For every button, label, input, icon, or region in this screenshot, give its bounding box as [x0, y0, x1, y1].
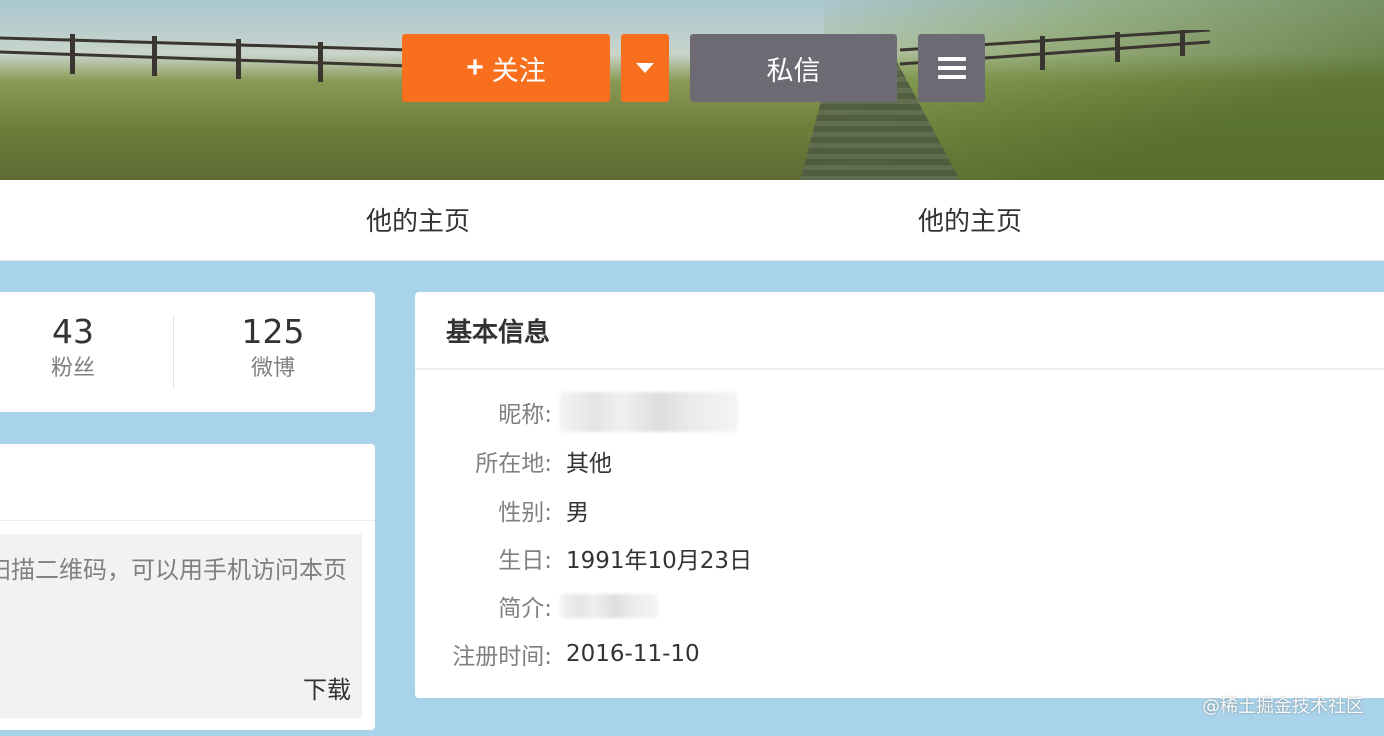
follow-label: 关注 [491, 55, 546, 86]
caret-down-icon [636, 63, 654, 73]
follow-button[interactable]: + 关注 [402, 34, 610, 102]
blurred-value [560, 594, 658, 618]
info-row-registered: 注册时间: 2016-11-10 [415, 634, 700, 674]
info-label: 简介: [498, 596, 552, 622]
qr-card: 扫描二维码，可以用手机访问本页 下载 [0, 444, 375, 730]
info-value: 其他 [566, 451, 612, 477]
divider [415, 368, 1384, 370]
qr-description: 扫描二维码，可以用手机访问本页 [0, 556, 347, 584]
info-row-gender: 性别: 男 [415, 490, 589, 530]
tab-home[interactable]: 他的主页 [298, 180, 538, 258]
card-title: 基本信息 [446, 318, 551, 348]
stat-label: 微博 [250, 356, 295, 381]
plus-icon: + [466, 51, 484, 84]
basic-info-card: 基本信息 昵称: 所在地: 其他 性别: 男 生日: 1991年10月23日 简… [415, 292, 1384, 698]
message-button[interactable]: 私信 [690, 34, 897, 102]
stat-label: 粉丝 [50, 356, 95, 381]
info-row-nickname: 昵称: [415, 392, 738, 432]
blurred-value [560, 392, 738, 432]
info-label: 性别: [498, 500, 552, 526]
tab-home-secondary[interactable]: 他的主页 [850, 180, 1090, 258]
qr-card-header [0, 444, 375, 521]
follow-dropdown-button[interactable] [621, 34, 669, 102]
tab-label: 他的主页 [917, 206, 1022, 237]
message-label: 私信 [766, 55, 821, 86]
divider [173, 316, 174, 388]
stat-value: 43 [52, 312, 94, 351]
info-label: 所在地: [475, 451, 552, 477]
watermark: @稀土掘金技术社区 [1202, 696, 1364, 717]
profile-nav: 他的主页 他的主页 [0, 180, 1384, 261]
stats-card: 43 粉丝 125 微博 [0, 292, 375, 412]
info-value: 1991年10月23日 [566, 548, 753, 574]
info-label: 注册时间: [452, 644, 552, 670]
hamburger-menu-icon [937, 75, 966, 79]
info-label: 生日: [498, 548, 552, 574]
tab-label: 他的主页 [365, 206, 470, 237]
more-menu-button[interactable] [918, 34, 985, 102]
info-row-bio: 简介: [415, 586, 658, 626]
hamburger-menu-icon [937, 66, 966, 70]
info-value: 2016-11-10 [566, 641, 700, 667]
info-label: 昵称: [498, 402, 552, 428]
info-value: 男 [566, 500, 589, 526]
hamburger-menu-icon [937, 57, 966, 61]
info-row-birthday: 生日: 1991年10月23日 [415, 538, 752, 578]
download-link[interactable]: 下载 [303, 670, 351, 705]
stat-followers[interactable]: 43 粉丝 [0, 312, 148, 384]
info-row-location: 所在地: 其他 [415, 441, 612, 481]
stat-posts[interactable]: 125 微博 [198, 312, 348, 384]
stat-value: 125 [241, 312, 305, 351]
